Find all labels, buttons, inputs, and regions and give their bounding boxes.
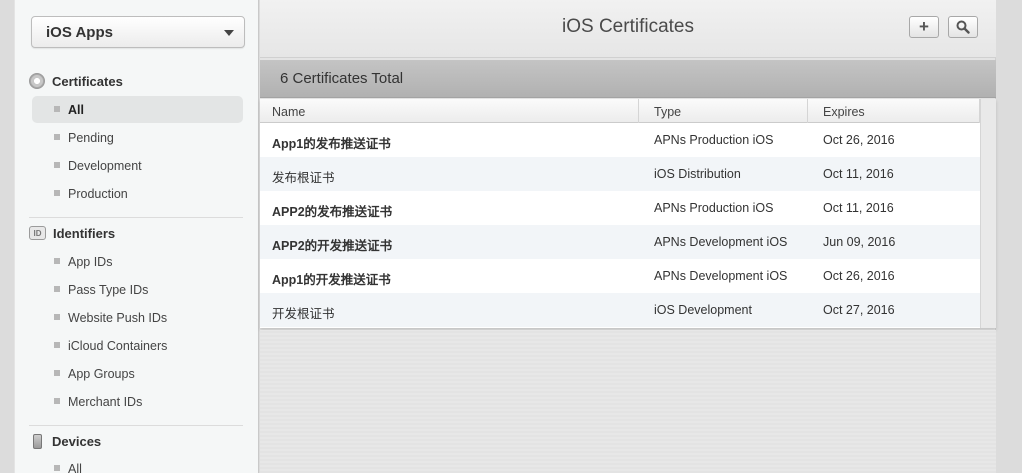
- column-header-type[interactable]: Type: [642, 99, 808, 123]
- section-devices-title: Devices: [52, 433, 102, 449]
- add-button[interactable]: +: [909, 16, 939, 38]
- sidebar-item-label: Production: [68, 186, 128, 201]
- section-identifiers-title: Identifiers: [53, 225, 116, 241]
- cell-type: APNs Development iOS: [654, 235, 788, 249]
- column-header-name[interactable]: Name: [260, 99, 639, 123]
- table-row[interactable]: App1的开发推送证书 APNs Development iOS Oct 26,…: [260, 259, 980, 293]
- cell-name: APP2的开发推送证书: [272, 239, 393, 253]
- sidebar-item-label: Pass Type IDs: [68, 282, 149, 297]
- cell-expires: Oct 27, 2016: [823, 303, 895, 317]
- sidebar-item-app-ids[interactable]: App IDs: [32, 248, 243, 275]
- section-certificates[interactable]: Certificates: [29, 71, 123, 91]
- cell-name: 发布根证书: [272, 171, 335, 185]
- table-header: Name Type Expires: [260, 99, 980, 123]
- search-button[interactable]: [948, 16, 978, 38]
- sidebar-item-label: Website Push IDs: [68, 310, 168, 325]
- table-row[interactable]: 开发根证书 iOS Development Oct 27, 2016: [260, 293, 980, 327]
- sidebar-item-production[interactable]: Production: [32, 180, 243, 207]
- sidebar-item-label: App Groups: [68, 366, 135, 381]
- cell-expires: Jun 09, 2016: [823, 235, 896, 249]
- cell-type: APNs Production iOS: [654, 133, 774, 147]
- cell-expires: Oct 11, 2016: [823, 167, 894, 181]
- cell-type: iOS Distribution: [654, 167, 741, 181]
- cell-expires: Oct 26, 2016: [823, 269, 895, 283]
- cell-name: APP2的发布推送证书: [272, 205, 393, 219]
- bullet-icon: [54, 465, 60, 471]
- sidebar: iOS Apps Certificates All Pending Develo…: [14, 0, 259, 473]
- table-row[interactable]: APP2的发布推送证书 APNs Production iOS Oct 11, …: [260, 191, 980, 225]
- cell-name: 开发根证书: [272, 307, 335, 321]
- sidebar-item-pass-type-ids[interactable]: Pass Type IDs: [32, 276, 243, 303]
- divider: [29, 217, 243, 218]
- toolbar: iOS Certificates +: [260, 0, 996, 58]
- bullet-icon: [54, 314, 60, 320]
- bullet-icon: [54, 190, 60, 196]
- bullet-icon: [54, 286, 60, 292]
- cell-type: APNs Production iOS: [654, 201, 774, 215]
- bullet-icon: [54, 162, 60, 168]
- sidebar-item-label: Merchant IDs: [68, 394, 143, 409]
- page-title: iOS Certificates: [562, 16, 694, 37]
- platform-select-value: iOS Apps: [46, 24, 113, 41]
- section-devices[interactable]: Devices: [29, 431, 101, 451]
- bullet-icon: [54, 342, 60, 348]
- cell-expires: Oct 26, 2016: [823, 133, 895, 147]
- platform-select[interactable]: iOS Apps: [31, 16, 245, 48]
- id-icon: ID: [29, 226, 46, 240]
- sidebar-item-development[interactable]: Development: [32, 152, 243, 179]
- column-header-expires[interactable]: Expires: [811, 99, 980, 123]
- cell-type: iOS Development: [654, 303, 752, 317]
- bullet-icon: [54, 370, 60, 376]
- divider: [29, 425, 243, 426]
- certificate-icon: [29, 73, 45, 89]
- section-certificates-title: Certificates: [52, 73, 123, 89]
- sidebar-item-label: App IDs: [68, 254, 113, 269]
- sidebar-item-merchant-ids[interactable]: Merchant IDs: [32, 388, 243, 415]
- summary-bar: 6 Certificates Total: [260, 60, 996, 98]
- plus-icon: +: [919, 17, 929, 36]
- sidebar-item-label: Pending: [68, 130, 114, 145]
- iphone-icon: [33, 433, 42, 449]
- certificates-table: Name Type Expires App1的发布推送证书 APNs Produ…: [260, 99, 996, 328]
- sidebar-item-label: All: [68, 102, 84, 117]
- cell-expires: Oct 11, 2016: [823, 201, 894, 215]
- scrollbar[interactable]: [980, 99, 996, 328]
- sidebar-item-label: iCloud Containers: [68, 338, 168, 353]
- certificates-total: 6 Certificates Total: [280, 70, 404, 87]
- bullet-icon: [54, 258, 60, 264]
- search-icon: [956, 20, 970, 34]
- sidebar-item-label: All: [68, 461, 82, 473]
- section-identifiers[interactable]: ID Identifiers: [29, 223, 115, 243]
- cell-type: APNs Development iOS: [654, 269, 788, 283]
- sidebar-item-devices-all[interactable]: All: [32, 455, 243, 473]
- empty-content-area: [260, 330, 996, 473]
- table-row[interactable]: 发布根证书 iOS Distribution Oct 11, 2016: [260, 157, 980, 191]
- sidebar-item-certificates-all[interactable]: All: [32, 96, 243, 123]
- bullet-icon: [54, 106, 60, 112]
- table-row[interactable]: APP2的开发推送证书 APNs Development iOS Jun 09,…: [260, 225, 980, 259]
- sidebar-item-app-groups[interactable]: App Groups: [32, 360, 243, 387]
- sidebar-item-website-push-ids[interactable]: Website Push IDs: [32, 304, 243, 331]
- cell-name: App1的发布推送证书: [272, 137, 391, 151]
- sidebar-item-pending[interactable]: Pending: [32, 124, 243, 151]
- table-row[interactable]: App1的发布推送证书 APNs Production iOS Oct 26, …: [260, 123, 980, 157]
- cell-name: App1的开发推送证书: [272, 273, 391, 287]
- chevron-down-icon: [224, 30, 234, 36]
- sidebar-item-icloud-containers[interactable]: iCloud Containers: [32, 332, 243, 359]
- bullet-icon: [54, 398, 60, 404]
- sidebar-item-label: Development: [68, 158, 142, 173]
- bullet-icon: [54, 134, 60, 140]
- main-content: iOS Certificates + 6 Certificates Total …: [260, 0, 996, 473]
